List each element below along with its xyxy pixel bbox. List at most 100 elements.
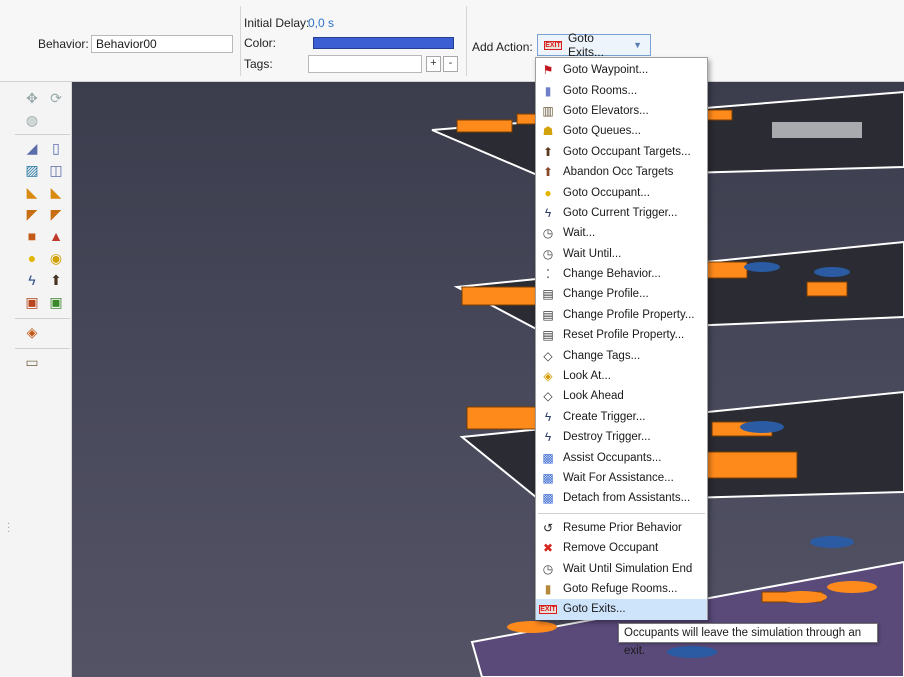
box-icon[interactable]: ■ xyxy=(22,226,42,246)
menu-item-resume-prior-behavior[interactable]: ↺ Resume Prior Behavior xyxy=(536,518,707,538)
profile-add-icon: ▤ xyxy=(542,307,554,322)
menu-item-change-behavior[interactable]: ⁚ Change Behavior... xyxy=(536,264,707,284)
menu-item-goto-current-trigger[interactable]: ϟ Goto Current Trigger... xyxy=(536,203,707,223)
occupant-icon: ● xyxy=(544,185,552,200)
target-icon: ⬆ xyxy=(542,144,554,159)
table xyxy=(827,581,877,593)
ruler-icon[interactable]: ▭ xyxy=(22,352,42,372)
menu-item-assist-occupants[interactable]: ▩ Assist Occupants... xyxy=(536,447,707,467)
region-green-icon[interactable]: ▣ xyxy=(46,292,66,312)
refuge-room-icon: ▮ xyxy=(544,581,552,596)
menu-item-wait-for-assistance[interactable]: ▩ Wait For Assistance... xyxy=(536,468,707,488)
menu-item-goto-refuge-rooms[interactable]: ▮ Goto Refuge Rooms... xyxy=(536,579,707,599)
add-action-selected: Goto Exits... xyxy=(567,31,604,59)
behavior-name-field[interactable]: Behavior00 xyxy=(91,35,233,53)
resize-grip-icon[interactable]: · · · xyxy=(7,519,10,537)
door-icon[interactable]: ◫ xyxy=(46,160,66,180)
flag-icon: ⚑ xyxy=(542,63,554,78)
menu-item-create-trigger[interactable]: ϟ Create Trigger... xyxy=(536,407,707,427)
exit-icon: EXIT xyxy=(539,604,557,614)
color-swatch[interactable] xyxy=(313,37,454,49)
group-icon[interactable]: ◉ xyxy=(46,248,66,268)
menu-item-wait[interactable]: ◷ Wait... xyxy=(536,223,707,243)
region-icon[interactable]: ▣ xyxy=(22,292,42,312)
escalator-down-icon[interactable]: ◤ xyxy=(46,204,66,224)
divider xyxy=(15,134,70,135)
menu-item-change-profile[interactable]: ▤ Change Profile... xyxy=(536,284,707,304)
clock-icon: ◷ xyxy=(542,226,554,241)
trigger-icon: ϟ xyxy=(544,205,552,220)
remove-occupant-icon: ✖ xyxy=(542,541,554,556)
look-ahead-icon: ◇ xyxy=(543,389,553,404)
clock-icon: ◷ xyxy=(542,246,554,261)
menu-item-goto-occupant-targets[interactable]: ⬆ Goto Occupant Targets... xyxy=(536,142,707,162)
move-icon[interactable]: ✥ xyxy=(22,88,42,108)
add-action-menu: ⚑ Goto Waypoint... ▮ Goto Rooms... ▥ Goto E… xyxy=(535,57,708,620)
remove-tag-button[interactable]: - xyxy=(443,56,458,72)
add-action-label: Add Action: xyxy=(472,40,533,54)
building-floors-illustration xyxy=(431,90,904,677)
footsteps-icon: ⁚ xyxy=(546,267,550,282)
menu-item-abandon-occ-targets[interactable]: ⬆ Abandon Occ Targets xyxy=(536,162,707,182)
menu-item-destroy-trigger[interactable]: ϟ Destroy Trigger... xyxy=(536,427,707,447)
menu-item-remove-occupant[interactable]: ✖ Remove Occupant xyxy=(536,538,707,558)
table xyxy=(810,536,854,548)
rotate-icon[interactable]: ⟳ xyxy=(46,88,66,108)
table xyxy=(744,262,780,272)
trigger-icon[interactable]: ϟ xyxy=(22,270,42,290)
menu-item-goto-queues[interactable]: ☗ Goto Queues... xyxy=(536,121,707,141)
cone-icon[interactable]: ▲ xyxy=(46,226,66,246)
wedge-icon[interactable]: ◢ xyxy=(22,138,42,158)
divider xyxy=(240,6,241,76)
queue-icon: ☗ xyxy=(542,124,554,139)
table xyxy=(740,421,784,433)
tag-tool-icon[interactable]: ◈ xyxy=(22,322,42,342)
menu-item-wait-until-simulation-end[interactable]: ◷ Wait Until Simulation End xyxy=(536,558,707,578)
divider xyxy=(15,318,70,319)
3d-view-canvas[interactable] xyxy=(72,82,904,677)
initial-delay-value[interactable]: 0,0 s xyxy=(308,16,334,30)
room-icon: ▮ xyxy=(544,83,552,98)
menu-item-look-at[interactable]: ◈ Look At... xyxy=(536,366,707,386)
menu-item-look-ahead[interactable]: ◇ Look Ahead xyxy=(536,386,707,406)
menu-item-reset-profile-property[interactable]: ▤ Reset Profile Property... xyxy=(536,325,707,345)
menu-item-goto-waypoint[interactable]: ⚑ Goto Waypoint... xyxy=(536,60,707,80)
resume-icon: ↺ xyxy=(542,520,554,535)
table xyxy=(814,267,850,277)
tooltip: Occupants will leave the simulation thro… xyxy=(618,623,878,657)
menu-item-change-tags[interactable]: ◇ Change Tags... xyxy=(536,345,707,365)
menu-item-goto-occupant[interactable]: ● Goto Occupant... xyxy=(536,182,707,202)
ramp-down-icon[interactable]: ◣ xyxy=(46,182,66,202)
clock-icon: ◷ xyxy=(542,561,554,576)
tag-icon: ◇ xyxy=(543,348,553,363)
orbit-icon[interactable]: ◍ xyxy=(22,110,42,130)
menu-item-goto-elevators[interactable]: ▥ Goto Elevators... xyxy=(536,101,707,121)
tags-field[interactable] xyxy=(308,55,422,73)
add-action-dropdown[interactable]: EXIT Goto Exits... ▼ xyxy=(537,31,651,59)
corridor xyxy=(772,122,862,138)
escalator-up-icon[interactable]: ◤ xyxy=(22,204,42,224)
occupant-icon[interactable]: ● xyxy=(22,248,42,268)
menu-item-goto-rooms[interactable]: ▮ Goto Rooms... xyxy=(536,80,707,100)
look-at-icon: ◈ xyxy=(543,369,553,384)
wall-block xyxy=(806,281,848,297)
chevron-down-icon: ▼ xyxy=(633,40,642,50)
create-trigger-icon: ϟ xyxy=(544,409,552,424)
wall-block xyxy=(456,119,513,133)
detach-icon: ▩ xyxy=(542,491,554,506)
add-tag-button[interactable]: + xyxy=(426,56,441,72)
target-icon[interactable]: ⬆ xyxy=(46,270,66,290)
room-icon[interactable]: ▯ xyxy=(46,138,66,158)
menu-item-change-profile-property[interactable]: ▤ Change Profile Property... xyxy=(536,305,707,325)
stair-icon[interactable]: ▨ xyxy=(22,160,42,180)
divider xyxy=(15,348,70,349)
ramp-up-icon[interactable]: ◣ xyxy=(22,182,42,202)
wall-block xyxy=(706,451,798,479)
divider xyxy=(466,6,467,76)
profile-icon: ▤ xyxy=(542,287,554,302)
exit-icon: EXIT xyxy=(544,40,562,50)
menu-item-goto-exits[interactable]: EXIT Goto Exits... xyxy=(536,599,707,620)
table xyxy=(777,591,827,603)
menu-item-detach-from-assistants[interactable]: ▩ Detach from Assistants... xyxy=(536,488,707,508)
menu-item-wait-until[interactable]: ◷ Wait Until... xyxy=(536,244,707,264)
